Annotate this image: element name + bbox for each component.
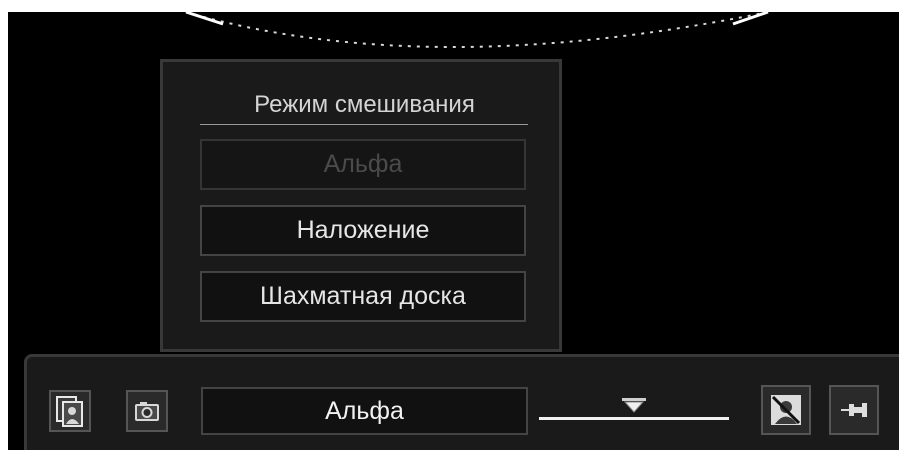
blend-option-overlay[interactable]: Наложение <box>200 205 526 256</box>
title-divider <box>200 124 528 125</box>
hide-person-button[interactable] <box>761 385 811 435</box>
opacity-slider[interactable] <box>534 393 734 423</box>
portrait-layers-icon <box>56 396 83 427</box>
slider-thumb-icon[interactable] <box>622 398 646 414</box>
blend-mode-title: Режим смешивания <box>254 91 475 118</box>
pin-icon <box>841 403 867 417</box>
blend-mode-popup: Режим смешивания Альфа Наложение Шахматн… <box>160 59 562 352</box>
bottom-toolbar: Альфа <box>24 354 899 450</box>
blend-mode-field[interactable]: Альфа <box>201 387 528 435</box>
blend-option-alpha[interactable]: Альфа <box>200 139 526 190</box>
layers-button[interactable] <box>49 390 91 432</box>
hide-person-icon <box>771 395 801 425</box>
slider-track <box>539 417 729 420</box>
snapshot-button[interactable] <box>126 390 168 432</box>
pin-button[interactable] <box>829 385 879 435</box>
blend-option-checkerboard[interactable]: Шахматная доска <box>200 271 526 322</box>
viewer-screen: Режим смешивания Альфа Наложение Шахматн… <box>8 12 899 450</box>
camera-icon <box>135 402 159 421</box>
